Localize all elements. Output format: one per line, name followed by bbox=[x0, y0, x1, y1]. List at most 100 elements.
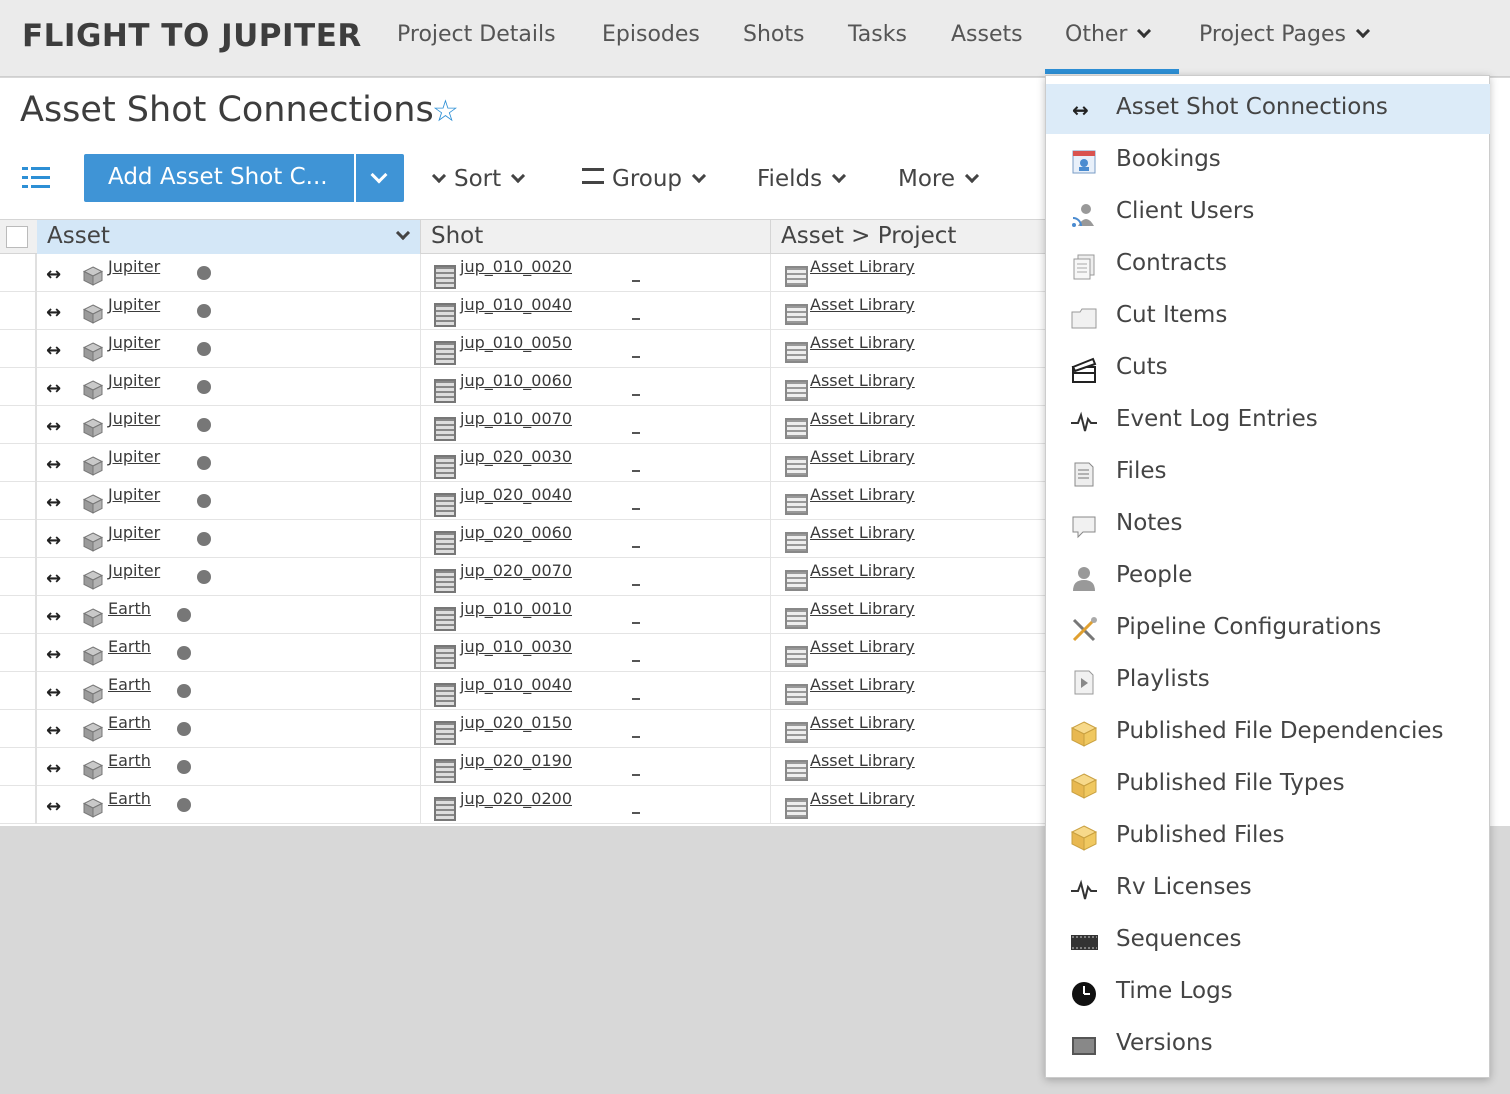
add-asset-shot-connection-button[interactable]: Add Asset Shot C... bbox=[84, 154, 354, 202]
row-gutter[interactable] bbox=[0, 558, 37, 596]
asset-link[interactable]: Jupiter bbox=[108, 409, 160, 428]
menu-item-time-logs[interactable]: Time Logs bbox=[1046, 968, 1490, 1018]
group-button[interactable]: Group bbox=[582, 166, 707, 192]
project-link[interactable]: Asset Library bbox=[810, 523, 915, 542]
project-link[interactable]: Asset Library bbox=[810, 257, 915, 276]
nav-assets[interactable]: Assets bbox=[951, 22, 1023, 47]
nav-episodes[interactable]: Episodes bbox=[602, 22, 700, 47]
project-brand[interactable]: FLIGHT TO JUPITER bbox=[22, 18, 362, 54]
asset-link[interactable]: Jupiter bbox=[108, 295, 160, 314]
nav-shots[interactable]: Shots bbox=[743, 22, 804, 47]
table-row[interactable]: ↔ Jupiter jup_010_0060 Asset Library bbox=[0, 368, 1045, 406]
menu-item-published-files[interactable]: Published Files bbox=[1046, 812, 1490, 862]
project-link[interactable]: Asset Library bbox=[810, 447, 915, 466]
project-link[interactable]: Asset Library bbox=[810, 295, 915, 314]
asset-link[interactable]: Earth bbox=[108, 789, 151, 808]
menu-item-playlists[interactable]: Playlists bbox=[1046, 656, 1490, 706]
project-link[interactable]: Asset Library bbox=[810, 333, 915, 352]
table-row[interactable]: ↔ Earth jup_020_0190 Asset Library bbox=[0, 748, 1045, 786]
menu-item-contracts[interactable]: Contracts bbox=[1046, 240, 1490, 290]
shot-link[interactable]: jup_020_0150 bbox=[460, 713, 572, 732]
column-header-asset-project[interactable]: Asset > Project bbox=[771, 220, 1045, 254]
asset-link[interactable]: Jupiter bbox=[108, 523, 160, 542]
table-row[interactable]: ↔ Jupiter jup_010_0020 Asset Library bbox=[0, 254, 1045, 292]
menu-item-event-log-entries[interactable]: Event Log Entries bbox=[1046, 396, 1490, 446]
project-link[interactable]: Asset Library bbox=[810, 599, 915, 618]
nav-tasks[interactable]: Tasks bbox=[848, 22, 907, 47]
menu-item-people[interactable]: People bbox=[1046, 552, 1490, 602]
add-dropdown-button[interactable] bbox=[356, 154, 404, 202]
list-view-icon[interactable] bbox=[22, 167, 50, 189]
nav-project-pages[interactable]: Project Pages bbox=[1199, 22, 1371, 47]
asset-link[interactable]: Earth bbox=[108, 675, 151, 694]
table-row[interactable]: ↔ Jupiter jup_020_0060 Asset Library bbox=[0, 520, 1045, 558]
asset-link[interactable]: Earth bbox=[108, 713, 151, 732]
fields-button[interactable]: Fields bbox=[757, 166, 847, 192]
row-gutter[interactable] bbox=[0, 596, 37, 634]
column-header-asset[interactable]: Asset bbox=[37, 220, 421, 254]
column-header-shot[interactable]: Shot bbox=[421, 220, 771, 254]
asset-link[interactable]: Jupiter bbox=[108, 447, 160, 466]
row-gutter[interactable] bbox=[0, 406, 37, 444]
project-link[interactable]: Asset Library bbox=[810, 675, 915, 694]
menu-item-notes[interactable]: Notes bbox=[1046, 500, 1490, 550]
more-button[interactable]: More bbox=[898, 166, 980, 192]
row-gutter[interactable] bbox=[0, 330, 37, 368]
menu-item-published-file-types[interactable]: Published File Types bbox=[1046, 760, 1490, 810]
menu-item-published-file-dependencies[interactable]: Published File Dependencies bbox=[1046, 708, 1490, 758]
menu-item-versions[interactable]: Versions bbox=[1046, 1020, 1490, 1070]
row-gutter[interactable] bbox=[0, 672, 37, 710]
project-link[interactable]: Asset Library bbox=[810, 789, 915, 808]
project-link[interactable]: Asset Library bbox=[810, 713, 915, 732]
shot-link[interactable]: jup_010_0030 bbox=[460, 637, 572, 656]
row-gutter[interactable] bbox=[0, 254, 37, 292]
sort-button[interactable]: Sort bbox=[431, 166, 526, 192]
table-row[interactable]: ↔ Jupiter jup_010_0050 Asset Library bbox=[0, 330, 1045, 368]
shot-link[interactable]: jup_010_0040 bbox=[460, 295, 572, 314]
shot-link[interactable]: jup_010_0010 bbox=[460, 599, 572, 618]
shot-link[interactable]: jup_010_0020 bbox=[460, 257, 572, 276]
table-row[interactable]: ↔ Earth jup_010_0030 Asset Library bbox=[0, 634, 1045, 672]
row-gutter[interactable] bbox=[0, 482, 37, 520]
shot-link[interactable]: jup_010_0040 bbox=[460, 675, 572, 694]
row-gutter[interactable] bbox=[0, 710, 37, 748]
menu-item-cut-items[interactable]: Cut Items bbox=[1046, 292, 1490, 342]
menu-item-files[interactable]: Files bbox=[1046, 448, 1490, 498]
shot-link[interactable]: jup_020_0030 bbox=[460, 447, 572, 466]
table-row[interactable]: ↔ Earth jup_020_0200 Asset Library bbox=[0, 786, 1045, 824]
row-gutter[interactable] bbox=[0, 368, 37, 406]
table-row[interactable]: ↔ Jupiter jup_020_0040 Asset Library bbox=[0, 482, 1045, 520]
row-gutter[interactable] bbox=[0, 634, 37, 672]
menu-item-rv-licenses[interactable]: Rv Licenses bbox=[1046, 864, 1490, 914]
nav-project-details[interactable]: Project Details bbox=[397, 22, 556, 47]
select-all-checkbox[interactable] bbox=[6, 226, 28, 248]
favorite-star-icon[interactable]: ☆ bbox=[432, 94, 459, 129]
shot-link[interactable]: jup_020_0060 bbox=[460, 523, 572, 542]
menu-item-asset-shot-connections[interactable]: ↔ Asset Shot Connections bbox=[1046, 84, 1490, 134]
menu-item-pipeline-configurations[interactable]: Pipeline Configurations bbox=[1046, 604, 1490, 654]
shot-link[interactable]: jup_020_0040 bbox=[460, 485, 572, 504]
table-row[interactable]: ↔ Earth jup_020_0150 Asset Library bbox=[0, 710, 1045, 748]
asset-link[interactable]: Jupiter bbox=[108, 371, 160, 390]
shot-link[interactable]: jup_010_0050 bbox=[460, 333, 572, 352]
asset-link[interactable]: Earth bbox=[108, 751, 151, 770]
table-row[interactable]: ↔ Jupiter jup_020_0070 Asset Library bbox=[0, 558, 1045, 596]
shot-link[interactable]: jup_020_0070 bbox=[460, 561, 572, 580]
project-link[interactable]: Asset Library bbox=[810, 485, 915, 504]
shot-link[interactable]: jup_020_0190 bbox=[460, 751, 572, 770]
row-gutter[interactable] bbox=[0, 520, 37, 558]
menu-item-sequences[interactable]: Sequences bbox=[1046, 916, 1490, 966]
project-link[interactable]: Asset Library bbox=[810, 409, 915, 428]
row-gutter[interactable] bbox=[0, 748, 37, 786]
row-gutter[interactable] bbox=[0, 292, 37, 330]
chevron-down-icon[interactable] bbox=[395, 225, 411, 241]
project-link[interactable]: Asset Library bbox=[810, 751, 915, 770]
menu-item-cuts[interactable]: Cuts bbox=[1046, 344, 1490, 394]
project-link[interactable]: Asset Library bbox=[810, 371, 915, 390]
shot-link[interactable]: jup_010_0070 bbox=[460, 409, 572, 428]
menu-item-client-users[interactable]: Client Users bbox=[1046, 188, 1490, 238]
asset-link[interactable]: Earth bbox=[108, 599, 151, 618]
shot-link[interactable]: jup_020_0200 bbox=[460, 789, 572, 808]
table-row[interactable]: ↔ Earth jup_010_0010 Asset Library bbox=[0, 596, 1045, 634]
asset-link[interactable]: Jupiter bbox=[108, 333, 160, 352]
